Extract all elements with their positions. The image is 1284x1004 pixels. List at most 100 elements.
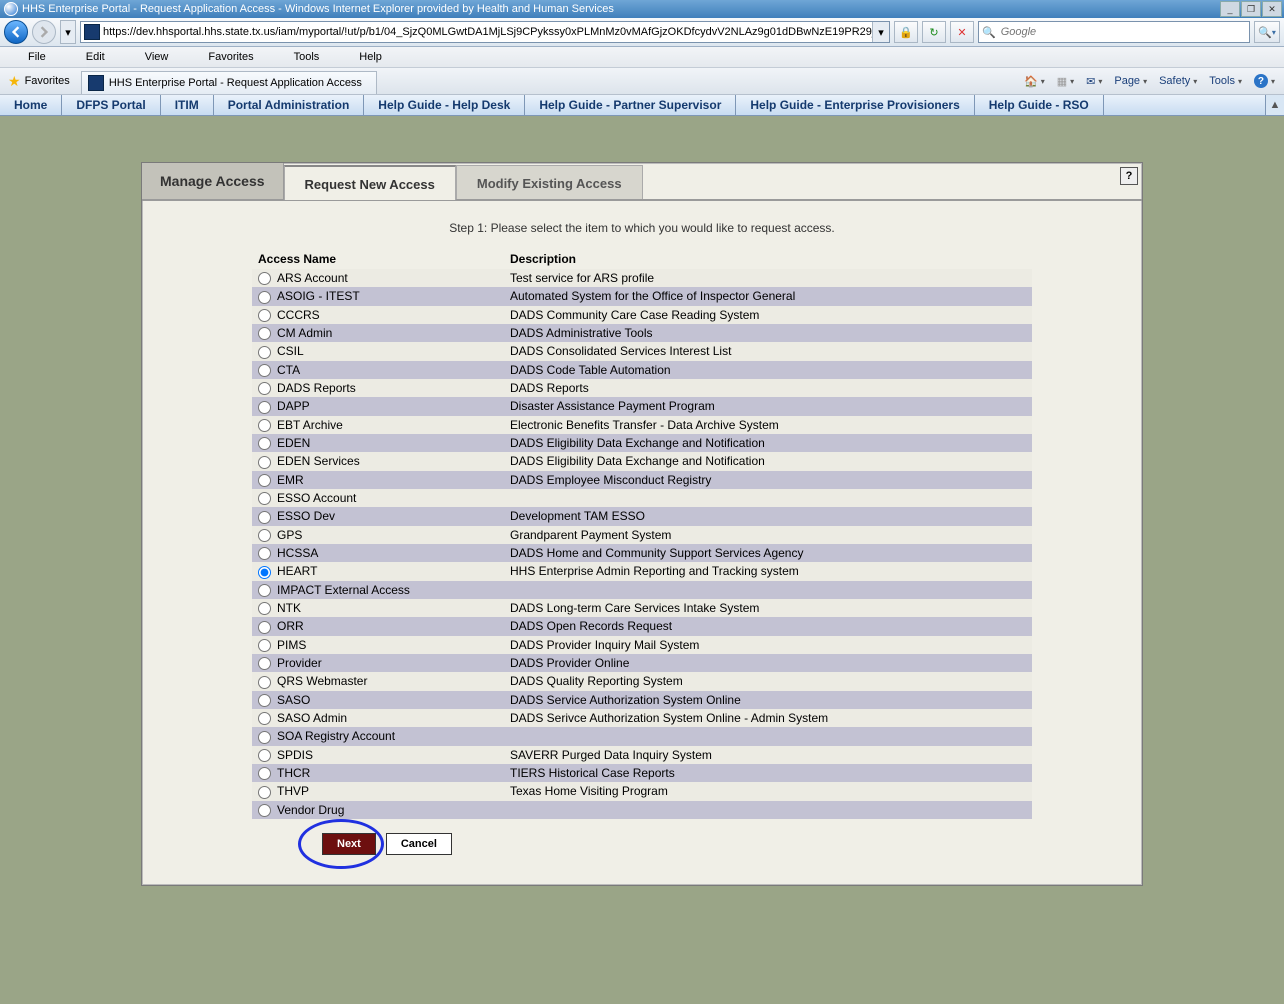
url-dropdown[interactable]: ▾ bbox=[872, 22, 889, 42]
menu-tools[interactable]: Tools bbox=[274, 49, 340, 65]
menu-favorites[interactable]: Favorites bbox=[188, 49, 273, 65]
command-bar: 🏠▾ ▦▾ ✉▾ Page▾ Safety▾ Tools▾ ?▾ bbox=[1015, 68, 1284, 94]
home-icon: 🏠 bbox=[1024, 75, 1038, 88]
cancel-button[interactable]: Cancel bbox=[386, 833, 452, 855]
table-row: ARS AccountTest service for ARS profile bbox=[252, 269, 1032, 287]
access-description: DADS Long-term Care Services Intake Syst… bbox=[504, 599, 1032, 617]
window-close-button[interactable]: ✕ bbox=[1262, 1, 1282, 17]
access-description: HHS Enterprise Admin Reporting and Track… bbox=[504, 562, 1032, 580]
access-radio[interactable] bbox=[258, 456, 271, 469]
access-radio[interactable] bbox=[258, 272, 271, 285]
menu-file[interactable]: File bbox=[8, 49, 66, 65]
lock-icon[interactable]: 🔒 bbox=[894, 21, 918, 43]
page-tab[interactable]: HHS Enterprise Portal - Request Applicat… bbox=[81, 71, 377, 94]
access-name: Provider bbox=[277, 656, 322, 670]
feeds-cmd-button[interactable]: ▦▾ bbox=[1054, 75, 1077, 88]
access-description: DADS Open Records Request bbox=[504, 617, 1032, 635]
access-radio[interactable] bbox=[258, 437, 271, 450]
portalnav-item[interactable]: Help Guide - Help Desk bbox=[364, 95, 525, 115]
menu-bar: File Edit View Favorites Tools Help bbox=[0, 47, 1284, 68]
window-restore-button[interactable]: ❐ bbox=[1241, 1, 1261, 17]
history-dropdown[interactable]: ▾ bbox=[60, 20, 76, 44]
url-input[interactable] bbox=[103, 26, 872, 38]
access-radio[interactable] bbox=[258, 291, 271, 304]
access-name: DADS Reports bbox=[277, 381, 356, 395]
access-radio[interactable] bbox=[258, 712, 271, 725]
portalnav-item[interactable]: Home bbox=[0, 95, 62, 115]
access-radio[interactable] bbox=[258, 474, 271, 487]
window-titlebar: HHS Enterprise Portal - Request Applicat… bbox=[0, 0, 1284, 18]
portalnav-item[interactable]: Portal Administration bbox=[214, 95, 365, 115]
table-row: ESSO DevDevelopment TAM ESSO bbox=[252, 507, 1032, 525]
window-minimize-button[interactable]: _ bbox=[1220, 1, 1240, 17]
access-name: QRS Webmaster bbox=[277, 674, 367, 688]
card-tabs: Request New Access Modify Existing Acces… bbox=[284, 163, 643, 199]
access-radio[interactable] bbox=[258, 676, 271, 689]
card-help-button[interactable]: ? bbox=[1120, 167, 1138, 185]
access-radio[interactable] bbox=[258, 621, 271, 634]
access-name: ESSO Dev bbox=[277, 509, 335, 523]
access-radio[interactable] bbox=[258, 309, 271, 322]
menu-help[interactable]: Help bbox=[339, 49, 402, 65]
portalnav-scroll-up[interactable]: ▲ bbox=[1265, 95, 1284, 115]
access-radio[interactable] bbox=[258, 657, 271, 670]
menu-view[interactable]: View bbox=[125, 49, 189, 65]
access-description: SAVERR Purged Data Inquiry System bbox=[504, 746, 1032, 764]
page-cmd-button[interactable]: Page▾ bbox=[1111, 75, 1150, 87]
portalnav-item[interactable]: Help Guide - RSO bbox=[975, 95, 1104, 115]
tab-request-new-access[interactable]: Request New Access bbox=[284, 165, 456, 200]
tab-modify-existing-access[interactable]: Modify Existing Access bbox=[456, 165, 643, 199]
home-cmd-button[interactable]: 🏠▾ bbox=[1021, 75, 1048, 88]
access-radio[interactable] bbox=[258, 327, 271, 340]
tab-title: HHS Enterprise Portal - Request Applicat… bbox=[109, 77, 362, 89]
access-radio[interactable] bbox=[258, 566, 271, 579]
access-radio[interactable] bbox=[258, 602, 271, 615]
table-row: SOA Registry Account bbox=[252, 727, 1032, 745]
address-bar: ▾ ▾ 🔒 ↻ ✕ 🔍 🔍▾ bbox=[0, 18, 1284, 47]
access-radio[interactable] bbox=[258, 346, 271, 359]
stop-button[interactable]: ✕ bbox=[950, 21, 974, 43]
search-go-button[interactable]: 🔍▾ bbox=[1254, 21, 1280, 43]
access-name: SASO bbox=[277, 693, 310, 707]
back-button[interactable] bbox=[4, 20, 28, 44]
access-description bbox=[504, 801, 1032, 819]
portalnav-item[interactable]: DFPS Portal bbox=[62, 95, 160, 115]
portalnav-item[interactable]: ITIM bbox=[161, 95, 214, 115]
access-radio[interactable] bbox=[258, 364, 271, 377]
forward-button[interactable] bbox=[32, 20, 56, 44]
search-input[interactable] bbox=[999, 26, 1249, 38]
access-radio[interactable] bbox=[258, 529, 271, 542]
next-button[interactable]: Next bbox=[322, 833, 376, 855]
portalnav-item[interactable]: Help Guide - Enterprise Provisioners bbox=[736, 95, 974, 115]
portalnav-item[interactable]: Help Guide - Partner Supervisor bbox=[525, 95, 736, 115]
menu-edit[interactable]: Edit bbox=[66, 49, 125, 65]
access-description: DADS Reports bbox=[504, 379, 1032, 397]
access-radio[interactable] bbox=[258, 547, 271, 560]
safety-cmd-button[interactable]: Safety▾ bbox=[1156, 75, 1200, 87]
mail-cmd-button[interactable]: ✉▾ bbox=[1083, 75, 1105, 88]
access-radio[interactable] bbox=[258, 786, 271, 799]
access-description: DADS Serivce Authorization System Online… bbox=[504, 709, 1032, 727]
access-radio[interactable] bbox=[258, 767, 271, 780]
refresh-button[interactable]: ↻ bbox=[922, 21, 946, 43]
access-radio[interactable] bbox=[258, 584, 271, 597]
access-radio[interactable] bbox=[258, 492, 271, 505]
access-radio[interactable] bbox=[258, 382, 271, 395]
access-radio[interactable] bbox=[258, 401, 271, 414]
help-cmd-button[interactable]: ?▾ bbox=[1251, 74, 1278, 88]
table-row: ORRDADS Open Records Request bbox=[252, 617, 1032, 635]
access-radio[interactable] bbox=[258, 731, 271, 744]
table-row: EDEN ServicesDADS Eligibility Data Excha… bbox=[252, 452, 1032, 470]
access-radio[interactable] bbox=[258, 694, 271, 707]
safety-cmd-label: Safety bbox=[1159, 75, 1190, 87]
favorites-button[interactable]: ★ Favorites bbox=[0, 68, 78, 94]
access-radio[interactable] bbox=[258, 804, 271, 817]
access-radio[interactable] bbox=[258, 511, 271, 524]
rss-icon: ▦ bbox=[1057, 75, 1067, 88]
tools-cmd-button[interactable]: Tools▾ bbox=[1206, 75, 1245, 87]
access-radio[interactable] bbox=[258, 639, 271, 652]
access-radio[interactable] bbox=[258, 749, 271, 762]
access-description: DADS Service Authorization System Online bbox=[504, 691, 1032, 709]
access-description: DADS Community Care Case Reading System bbox=[504, 306, 1032, 324]
access-radio[interactable] bbox=[258, 419, 271, 432]
